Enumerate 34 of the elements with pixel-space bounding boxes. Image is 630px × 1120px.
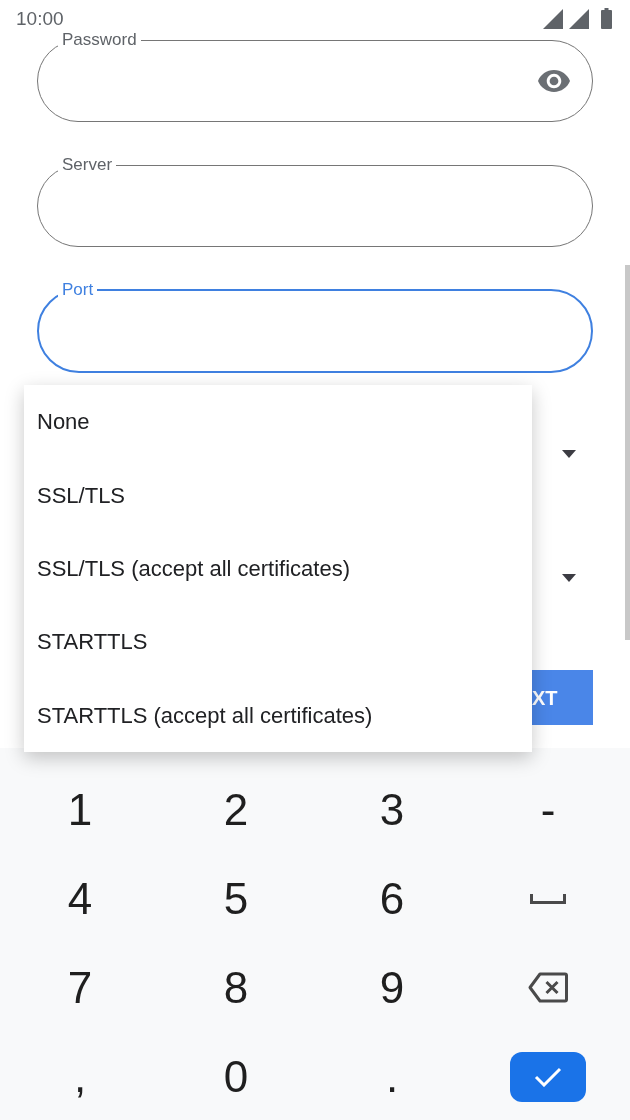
signal-icon [569,8,589,29]
keyboard-key[interactable]: 7 [25,951,135,1024]
keyboard-key[interactable]: 4 [25,862,135,935]
keyboard-key[interactable]: 9 [337,951,447,1024]
eye-icon[interactable] [538,70,570,92]
menu-option[interactable]: None [24,385,532,459]
next-button[interactable]: XT [532,670,593,725]
keyboard-key[interactable]: 5 [181,862,291,935]
field-label: Port [61,281,95,299]
text-field[interactable]: Port [37,281,593,373]
signal-icon [543,8,563,29]
status-time: 10:00 [16,7,64,31]
keyboard-key[interactable]: 6 [337,862,447,935]
backspace-icon [528,972,568,1003]
keyboard-key[interactable]: . [337,1040,447,1113]
done-key[interactable] [510,1051,586,1102]
keyboard-key[interactable]: 3 [337,773,447,846]
menu-option[interactable]: STARTTLS [24,605,532,679]
field-label: Password [61,31,138,49]
menu-option[interactable]: SSL/TLS [24,458,532,532]
space-icon [530,893,566,904]
dropdown-caret-icon[interactable] [562,574,576,582]
field-label: Server [61,156,114,174]
keyboard-key[interactable]: 8 [181,951,291,1024]
battery-icon [601,8,612,29]
keyboard-key[interactable]: - [493,773,603,846]
dropdown-caret-icon[interactable] [562,450,576,458]
keyboard-key[interactable]: 0 [181,1040,291,1113]
keyboard-key[interactable]: , [25,1040,135,1113]
keyboard-key[interactable]: 1 [25,773,135,846]
menu-option[interactable]: SSL/TLS (accept all certificates) [24,531,532,606]
keyboard-key[interactable]: 2 [181,773,291,846]
check-icon [534,1066,562,1087]
menu-option[interactable]: STARTTLS (accept all certificates) [24,678,532,752]
